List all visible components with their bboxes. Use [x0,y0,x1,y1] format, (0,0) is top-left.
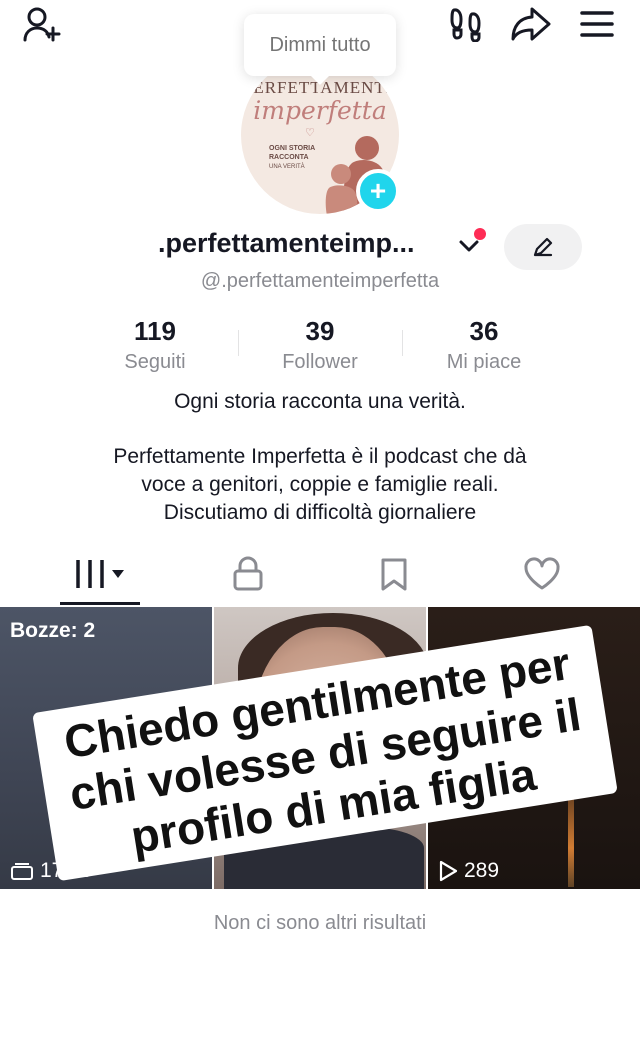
pencil-icon [533,237,553,257]
notification-dot [474,228,486,240]
username-handle: @.perfettamenteimperfetta [200,270,440,292]
bio-line: Perfettamente Imperfetta è il podcast ch… [113,445,527,468]
heart-icon [524,557,560,590]
edit-profile-button[interactable] [504,224,582,270]
add-avatar-button[interactable]: + [356,169,400,213]
video-stats: 289 [438,859,499,883]
share-arrow-icon[interactable] [510,6,552,42]
avatar-subtitle: imperfetta [253,96,387,125]
add-user-icon[interactable] [22,6,62,44]
plus-icon: + [369,175,387,206]
play-icon [439,860,458,882]
bookmark-icon [381,558,407,591]
content-tabs [0,550,640,608]
tooltip[interactable]: Dimmi tutto [244,14,396,85]
stat-followers-label: Follower [282,351,358,373]
stat-followers-value: 39 [305,316,335,346]
hamburger-menu-icon[interactable] [580,10,614,38]
tab-saved[interactable] [374,550,414,606]
stat-following-value: 119 [134,316,176,346]
videos-grid-icon [76,560,124,588]
active-tab-indicator [60,602,140,605]
stat-following[interactable]: 119 Seguiti [65,316,245,374]
tooltip-text: Dimmi tutto [269,34,371,56]
footprints-icon[interactable] [448,6,484,42]
no-more-results: Non ci sono altri risultati [213,912,427,934]
bio-line: voce a genitori, coppie e famiglie reali… [141,473,499,496]
avatar-tagline: OGNI STORIA RACCONTA UNA VERITÀ [269,144,323,172]
stat-likes-label: Mi piace [446,351,522,373]
drafts-badge: Bozze: 2 [10,619,96,642]
stat-likes-value: 36 [469,316,499,346]
stat-likes[interactable]: 36 Mi piace [394,316,574,374]
tab-private[interactable] [228,550,268,606]
avatar-tagline-1: OGNI STORIA RACCONTA [269,145,315,161]
bio-line: Discutiamo di difficoltà giornaliere [163,501,477,524]
video-view-count: 289 [464,859,500,882]
heart-icon: ♡ [305,127,315,139]
chevron-down-icon[interactable] [458,238,480,254]
stat-following-label: Seguiti [124,351,186,373]
avatar-tagline-2: UNA VERITÀ [269,164,305,170]
tab-videos[interactable] [60,550,140,606]
tab-liked[interactable] [520,550,564,606]
bio-line: Ogni storia racconta una verità. [174,390,466,413]
drafts-stack-icon [11,863,33,880]
stat-followers[interactable]: 39 Follower [230,316,410,374]
lock-icon [233,556,263,591]
display-name[interactable]: .perfettamenteimp... [158,228,415,259]
